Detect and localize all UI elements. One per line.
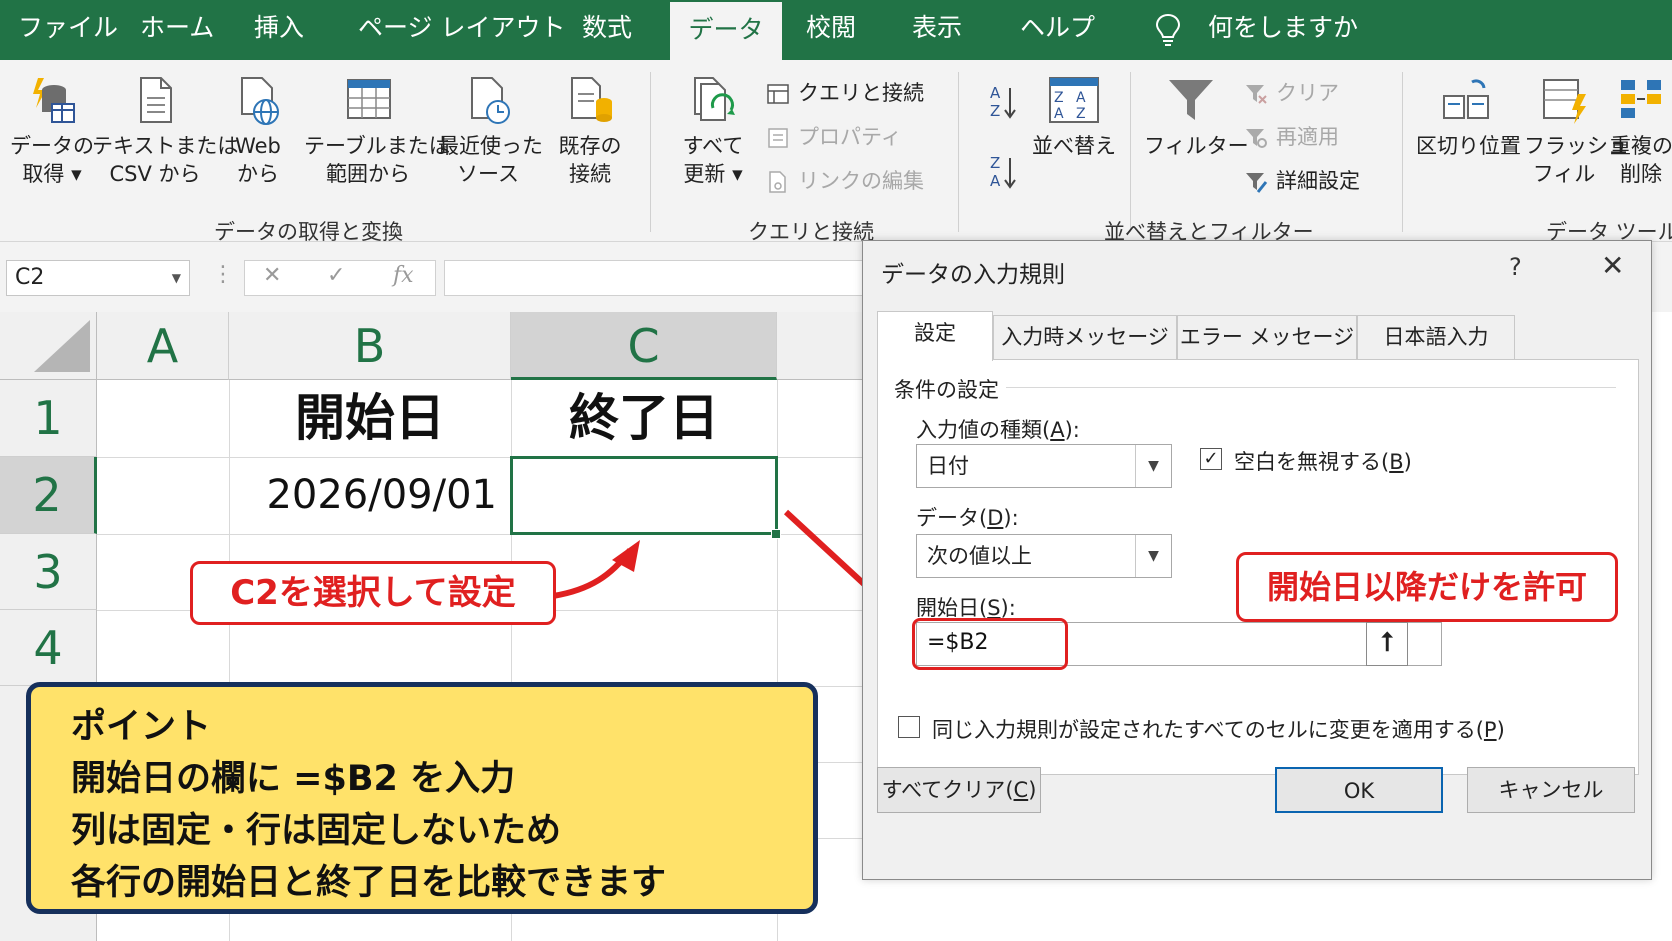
start-date-value[interactable]: =$B2 [912,618,1068,670]
ignore-blank-checkbox[interactable]: ✓ [1200,448,1222,470]
section-divider [1006,387,1616,388]
tab-input-message[interactable]: 入力時メッセージ [993,315,1177,359]
close-icon[interactable]: ✕ [1601,249,1624,282]
point-line-2: 列は固定・行は固定しないため [71,811,562,851]
tab-settings[interactable]: 設定 [877,311,993,361]
point-note: ポイント 開始日の欄に =$B2 を入力 列は固定・行は固定しないため 各行の開… [26,682,818,914]
callout-select-c2: C2を選択して設定 [190,561,556,625]
allow-label: 入力値の種類(A): [916,418,1080,442]
point-line-1: 開始日の欄に =$B2 を入力 [71,759,516,799]
dialog-title: データの入力規則 [881,262,1065,288]
data-label: データ(D): [916,506,1019,530]
data-operator-select[interactable]: 次の値以上 ▼ [916,534,1172,578]
callout-allow-after-start: 開始日以降だけを許可 [1236,552,1618,622]
allow-select-value: 日付 [927,454,969,478]
clear-all-button[interactable]: すべてクリア(C) [877,767,1041,813]
point-title: ポイント [71,707,212,747]
ok-button[interactable]: OK [1275,767,1443,813]
ignore-blank-label: 空白を無視する(B) [1234,450,1412,474]
collapse-dialog-button[interactable]: ⭡ [1366,622,1408,666]
apply-all-label: 同じ入力規則が設定されたすべてのセルに変更を適用する(P) [932,718,1505,742]
criteria-section-label: 条件の設定 [894,378,999,402]
apply-all-checkbox[interactable] [898,716,920,738]
point-line-3: 各行の開始日と終了日を比較できます [71,863,667,903]
chevron-down-icon: ▼ [1135,535,1171,577]
tab-ime-mode[interactable]: 日本語入力 [1357,315,1515,359]
help-button[interactable]: ? [1509,253,1522,281]
tab-error-alert[interactable]: エラー メッセージ [1177,315,1357,359]
cancel-button[interactable]: キャンセル [1467,767,1635,813]
excel-window: ファイル ホーム 挿入 ページ レイアウト 数式 データ 校閲 表示 ヘルプ 何… [0,0,1672,941]
chevron-down-icon: ▼ [1135,445,1171,487]
allow-select[interactable]: 日付 ▼ [916,444,1172,488]
data-operator-value: 次の値以上 [927,544,1032,568]
